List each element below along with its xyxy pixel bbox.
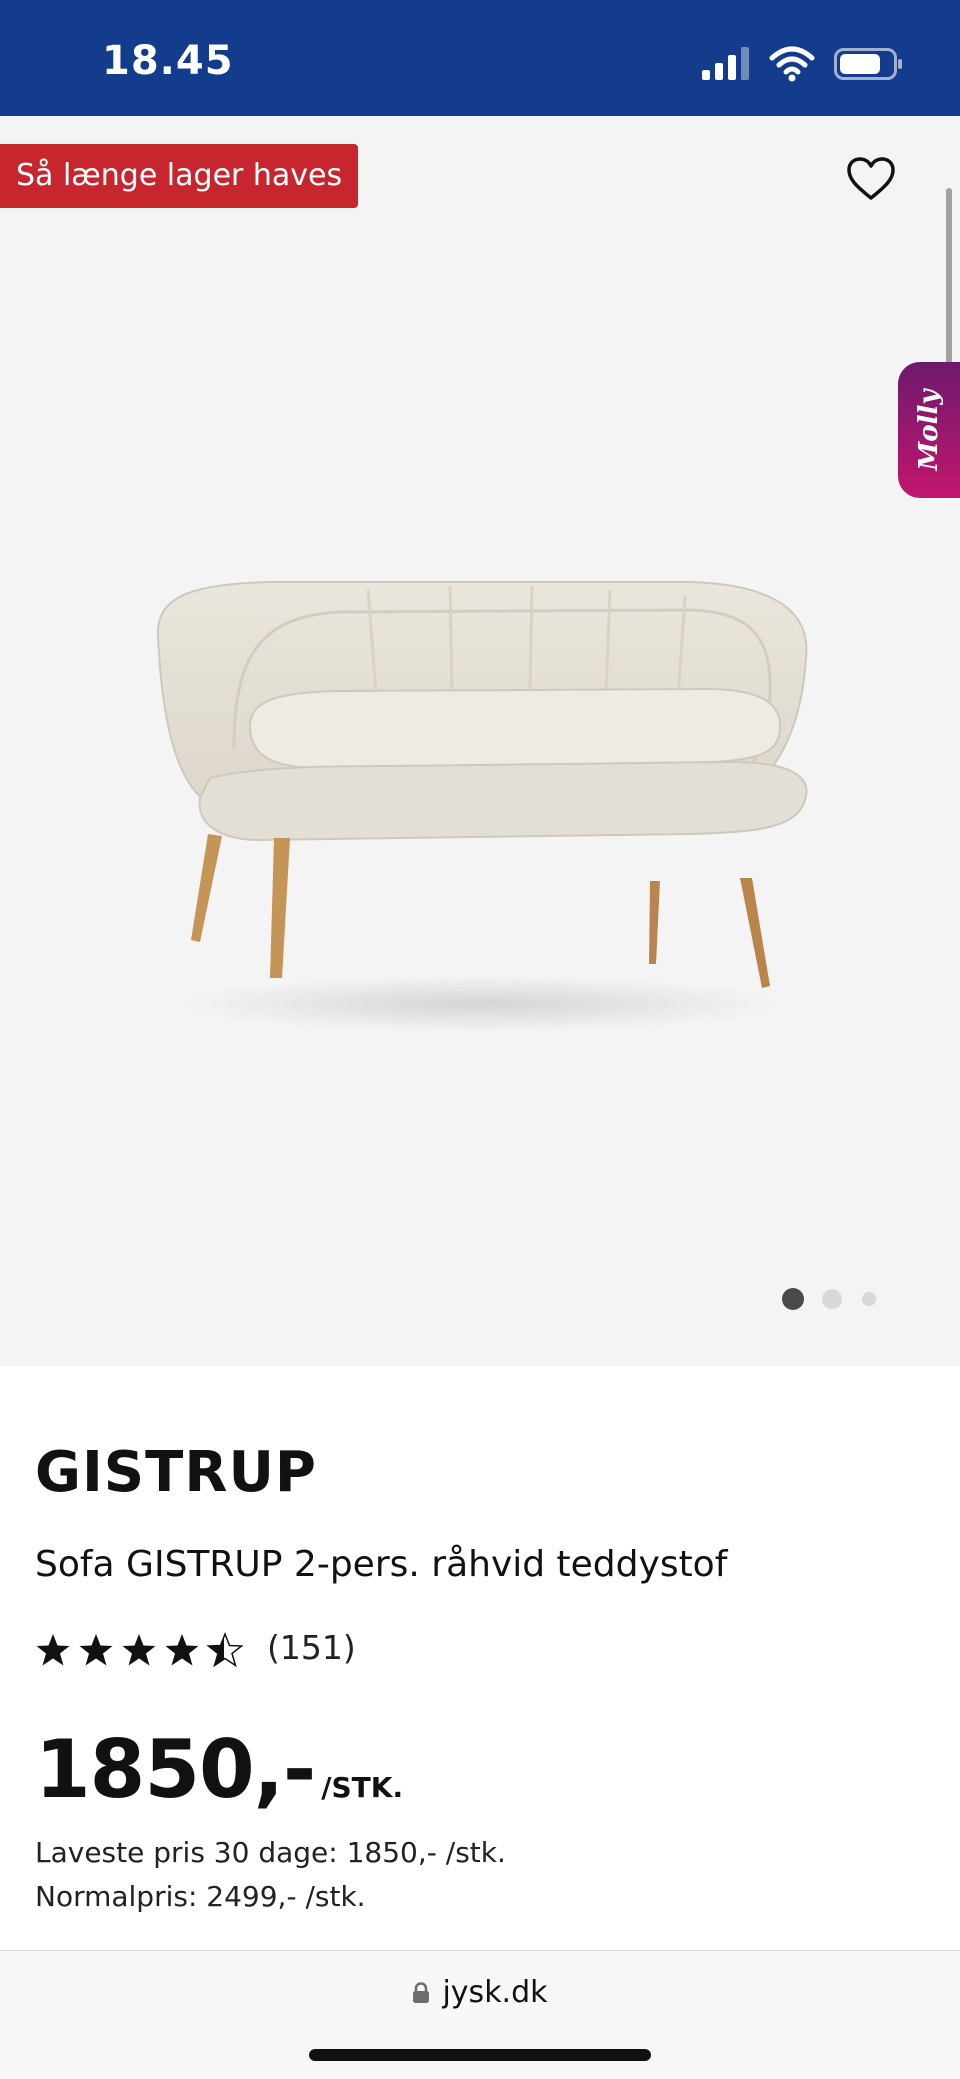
product-name: Sofa GISTRUP 2-pers. råhvid teddystof xyxy=(35,1544,728,1585)
product-gallery[interactable]: Så længe lager haves Molly xyxy=(0,116,960,1366)
assistant-tab-label: Molly xyxy=(914,389,944,471)
url-field[interactable]: jysk.dk xyxy=(0,1975,960,2010)
price-row: 1850,-/STK. xyxy=(35,1720,403,1820)
scroll-indicator[interactable] xyxy=(946,188,952,378)
product-price: 1850,- xyxy=(35,1723,316,1816)
url-text: jysk.dk xyxy=(442,1975,548,2010)
browser-address-bar[interactable]: jysk.dk xyxy=(0,1950,960,2079)
product-brand-title: GISTRUP xyxy=(35,1440,317,1505)
assistant-tab[interactable]: Molly xyxy=(898,362,960,498)
gallery-dot-active[interactable] xyxy=(782,1288,804,1310)
lowest-price-note: Laveste pris 30 dage: 1850,- /stk. xyxy=(35,1836,506,1869)
star-icon xyxy=(79,1634,113,1666)
normal-price-note: Normalpris: 2499,- /stk. xyxy=(35,1880,366,1913)
star-icon xyxy=(165,1634,199,1666)
status-time: 18.45 xyxy=(102,38,234,84)
heart-icon[interactable] xyxy=(846,156,896,202)
stock-badge: Så længe lager haves xyxy=(0,144,359,208)
review-count[interactable]: (151) xyxy=(267,1628,356,1667)
home-indicator[interactable] xyxy=(309,2049,651,2061)
lock-icon xyxy=(413,1982,430,2003)
gallery-dot[interactable] xyxy=(862,1292,876,1306)
product-image-sofa xyxy=(156,581,808,1032)
rating-stars xyxy=(36,1633,243,1667)
product-rating[interactable]: (151) xyxy=(35,1626,435,1674)
star-icon xyxy=(36,1634,70,1666)
gallery-dot[interactable] xyxy=(822,1289,842,1309)
price-unit: /STK. xyxy=(321,1771,404,1804)
star-icon xyxy=(122,1634,156,1666)
signal-icon xyxy=(702,47,749,80)
status-bar: 18.45 xyxy=(0,0,960,116)
wifi-icon xyxy=(769,46,815,82)
star-half-icon xyxy=(207,1633,243,1667)
battery-icon xyxy=(834,48,902,80)
